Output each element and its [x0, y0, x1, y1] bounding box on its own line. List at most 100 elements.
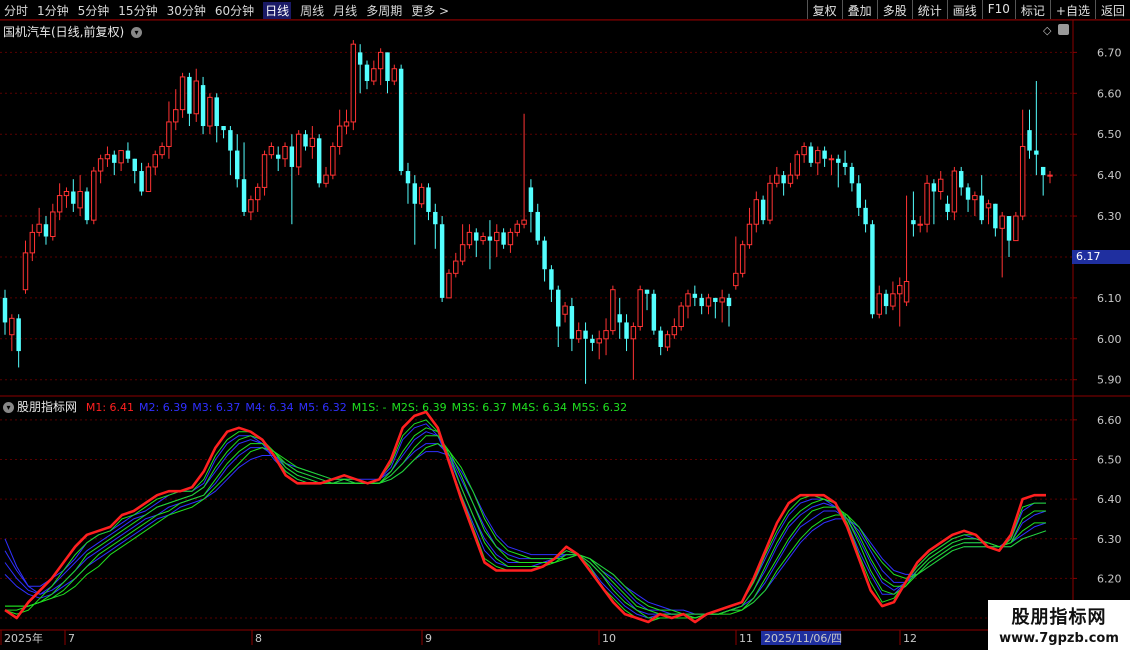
- diamond-icon[interactable]: ◇: [1043, 24, 1051, 37]
- candle-body: [562, 305, 568, 315]
- y-tick-label: 6.30: [1097, 210, 1122, 223]
- candle-body: [671, 326, 678, 336]
- settings-icon[interactable]: [1058, 24, 1069, 35]
- current-price-flag: 6.17: [1072, 250, 1130, 264]
- chevron-down-icon[interactable]: ▾: [131, 27, 143, 38]
- candle-body: [84, 191, 90, 221]
- candle-body: [890, 293, 896, 307]
- candle-body: [753, 199, 760, 225]
- candle-body: [993, 203, 998, 229]
- candle-body: [610, 289, 616, 332]
- candle-body: [521, 219, 527, 225]
- candle-body: [336, 125, 343, 147]
- candle-body: [173, 109, 179, 123]
- candle-body: [637, 289, 643, 328]
- candle-body: [883, 293, 889, 307]
- candle-body: [849, 166, 855, 184]
- candle-body: [166, 121, 172, 147]
- indicator-line-m2: [4, 423, 1046, 619]
- candle-body: [590, 338, 595, 343]
- candle-body: [350, 43, 357, 123]
- chevron-down-icon[interactable]: ▾: [3, 402, 14, 413]
- candle-body: [781, 175, 786, 184]
- candle-body: [576, 330, 582, 340]
- candle-body: [699, 297, 704, 307]
- candle-body: [1006, 216, 1012, 241]
- candle-body: [282, 145, 288, 160]
- candle-body: [1013, 215, 1019, 242]
- candle-body: [268, 145, 275, 156]
- candle-body: [132, 158, 137, 172]
- candle-body: [863, 207, 868, 225]
- candle-body: [664, 334, 671, 348]
- x-tick-label: 10: [602, 632, 616, 645]
- candle-body: [549, 269, 554, 290]
- y-tick-label: 6.60: [1097, 414, 1122, 427]
- candle-body: [309, 137, 316, 147]
- candle-body: [118, 150, 124, 164]
- candle-body: [774, 174, 780, 184]
- stock-title: 国机汽车(日线,前复权): [3, 25, 125, 39]
- candle-body: [426, 187, 431, 212]
- stock-chart: 6.70 6.60 6.50 6.40 6.30 6.20 6.10 6.00 5.90 6.60…: [0, 19, 1130, 650]
- candle-body: [2, 297, 8, 323]
- main-panel-title: 国机汽车(日线,前复权) ▾: [3, 23, 143, 40]
- candle-body: [16, 318, 21, 352]
- candle-body: [501, 232, 506, 245]
- candle-body: [275, 154, 281, 159]
- indicator-line-m2s: [4, 419, 1046, 623]
- candle-body: [951, 170, 958, 213]
- candle-body: [556, 289, 561, 327]
- candle-body: [248, 199, 254, 213]
- candle-body: [221, 126, 226, 131]
- candle-body: [897, 285, 903, 295]
- candle-body: [77, 190, 83, 209]
- candle-body: [514, 223, 520, 233]
- legend-entry: M3: 6.37: [192, 401, 241, 414]
- candle-body: [391, 68, 398, 82]
- y-tick-label: 5.90: [1097, 374, 1122, 387]
- candle-body: [739, 244, 746, 274]
- x-tick-label: 2025年: [4, 631, 43, 645]
- candle-body: [542, 240, 547, 270]
- candle-body: [535, 211, 540, 241]
- candle-body: [235, 150, 240, 180]
- candle-body: [760, 199, 766, 221]
- x-tick-label: 7: [68, 632, 75, 645]
- indicator-line-m4: [4, 443, 1047, 615]
- y-tick-label: 6.30: [1097, 533, 1122, 546]
- candle-body: [459, 244, 466, 262]
- candle-body: [187, 76, 192, 114]
- candle-body: [193, 80, 199, 115]
- candle-body: [999, 215, 1005, 229]
- candle-body: [303, 134, 308, 147]
- candle-body: [692, 293, 698, 298]
- candle-body: [487, 236, 493, 241]
- candle-body: [385, 52, 390, 82]
- legend-entry: M2S: 6.39: [391, 401, 447, 414]
- candle-body: [705, 297, 712, 307]
- candle-body: [295, 133, 302, 168]
- candle-body: [179, 76, 186, 111]
- candle-body: [433, 211, 438, 225]
- legend-entry: M4: 6.34: [245, 401, 294, 414]
- candle-body: [316, 138, 322, 184]
- candle-body: [822, 150, 827, 159]
- candle-body: [412, 183, 418, 204]
- legend-entry: M4S: 6.34: [511, 401, 567, 414]
- candle-body: [958, 171, 964, 188]
- indicator-line-m1: [4, 410, 1046, 624]
- candle-body: [644, 289, 650, 294]
- candle-body: [658, 330, 663, 347]
- candle-body: [474, 232, 479, 241]
- candle-body: [63, 190, 70, 197]
- candle-body: [876, 293, 882, 315]
- indicator-line-m4s: [5, 435, 1046, 619]
- candle-body: [815, 150, 821, 164]
- candle-body: [624, 322, 629, 339]
- candle-body: [528, 187, 534, 212]
- candle-body: [323, 174, 329, 184]
- candle-body: [828, 158, 835, 161]
- legend-entry: M1: 6.41: [85, 401, 135, 414]
- candle-body: [261, 154, 268, 188]
